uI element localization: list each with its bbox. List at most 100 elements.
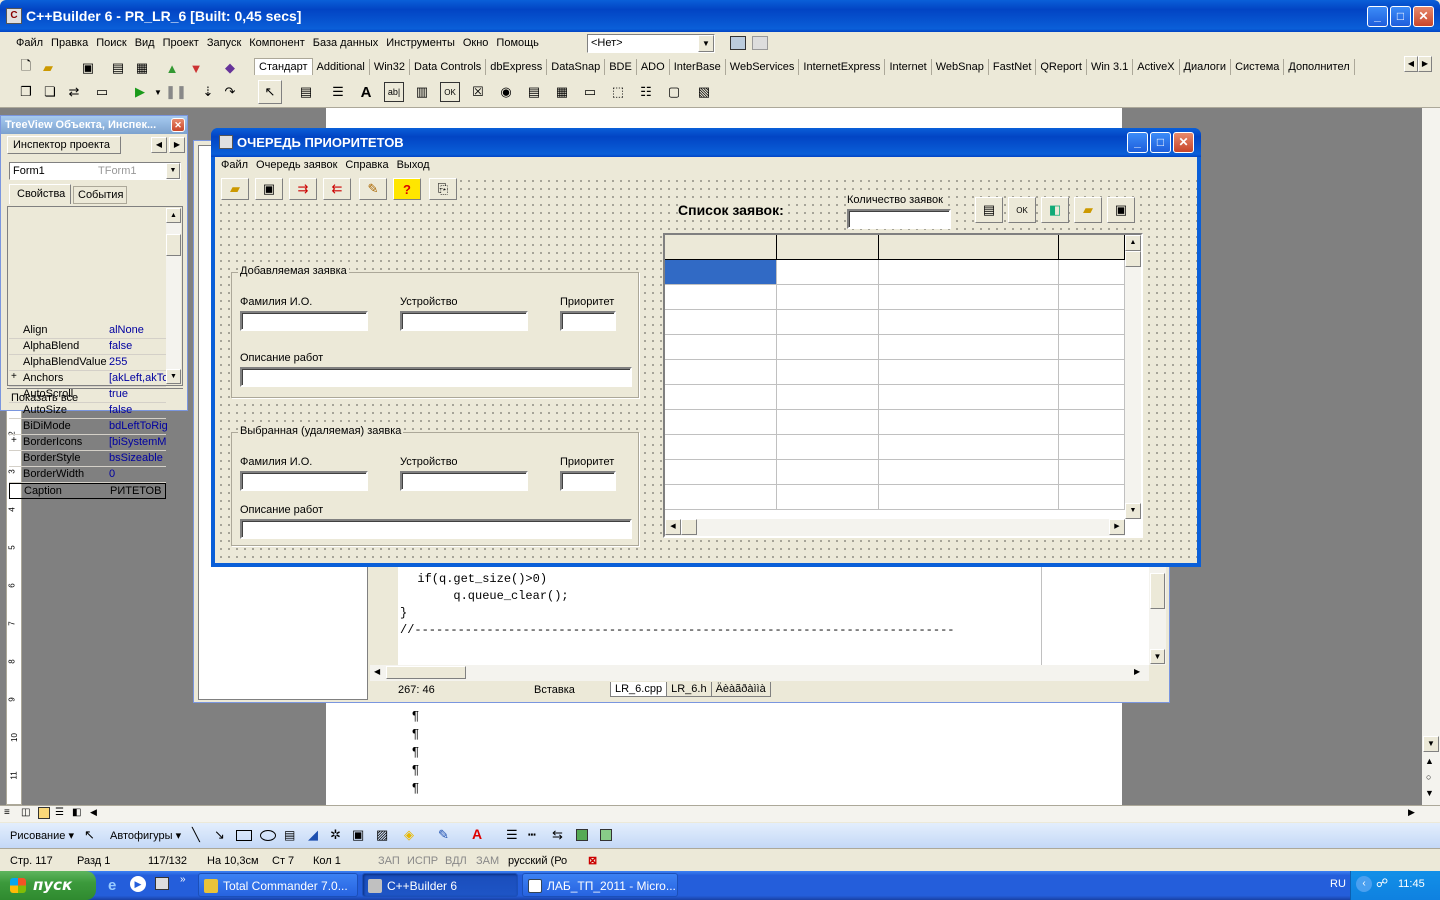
- grid-header-cell[interactable]: [777, 235, 879, 260]
- view-unit-icon[interactable]: ❐: [16, 82, 36, 102]
- window-list-icon[interactable]: [730, 36, 746, 50]
- palette-tab[interactable]: ActiveX: [1133, 59, 1180, 75]
- grid-header-cell[interactable]: [879, 235, 1059, 260]
- grid-cell[interactable]: [777, 285, 879, 310]
- property-row[interactable]: + BorderIcons [biSystemMe: [9, 435, 167, 451]
- help-icon[interactable]: ?: [393, 178, 421, 200]
- grid-vertical-scrollbar[interactable]: ▲ ▼: [1125, 235, 1141, 519]
- form-menu-item[interactable]: Файл: [217, 155, 252, 175]
- ide-menu-item[interactable]: База данных: [309, 33, 383, 53]
- palette-tab[interactable]: Internet: [885, 59, 932, 75]
- code-scroll-thumb[interactable]: [1150, 573, 1165, 609]
- editor-file-tab[interactable]: LR_6.cpp: [610, 682, 668, 697]
- groupbox-icon[interactable]: ⬚: [608, 82, 628, 102]
- grid-cell[interactable]: [665, 285, 777, 310]
- remove-request-icon[interactable]: ⇇: [323, 178, 351, 200]
- grid-cell[interactable]: [879, 285, 1059, 310]
- prop-scroll-thumb[interactable]: [166, 234, 181, 256]
- prop-scroll-up-icon[interactable]: ▲: [166, 208, 181, 223]
- taskbar-word[interactable]: ЛАБ_ТП_2011 - Micro...: [522, 873, 678, 897]
- expand-icon[interactable]: +: [11, 435, 17, 446]
- property-value[interactable]: РИТЕТОВ: [110, 485, 168, 497]
- taskbar-cbuilder[interactable]: C++Builder 6: [362, 873, 518, 897]
- grid-scroll-right-icon[interactable]: ▶: [1109, 519, 1125, 535]
- form-close-button[interactable]: ✕: [1173, 132, 1194, 153]
- grid-cell[interactable]: [665, 335, 777, 360]
- clear-queue-icon[interactable]: ✎: [359, 178, 387, 200]
- grid-hscroll-thumb[interactable]: [681, 519, 697, 535]
- fill-color-icon[interactable]: ◈: [404, 827, 414, 843]
- open-file-icon[interactable]: ▰: [221, 178, 249, 200]
- 3d-icon[interactable]: [600, 829, 612, 841]
- save-icon[interactable]: ▣: [78, 58, 98, 78]
- add-desc-field[interactable]: [240, 367, 632, 387]
- next-page-icon[interactable]: ▼: [1425, 788, 1434, 798]
- sel-priority-field[interactable]: [560, 471, 616, 491]
- panel-icon[interactable]: ▢: [664, 82, 684, 102]
- grid-cell[interactable]: [1059, 335, 1125, 360]
- palette-tab[interactable]: Диалоги: [1180, 59, 1232, 75]
- editor-file-tab[interactable]: Äèàãðàììà: [710, 682, 771, 697]
- object-selector-combo[interactable]: Form1 TForm1 ▼: [9, 162, 181, 180]
- line-icon[interactable]: ╲: [192, 827, 200, 843]
- line-style-icon[interactable]: ☰: [506, 827, 518, 843]
- checkbox-icon[interactable]: ☒: [468, 82, 488, 102]
- code-hscroll-right-icon[interactable]: ▶: [1134, 667, 1140, 676]
- listbox-icon[interactable]: ▤: [524, 82, 544, 102]
- grid-cell[interactable]: [1059, 410, 1125, 435]
- grid-cell[interactable]: [777, 460, 879, 485]
- request-grid[interactable]: ▲ ▼ ◀ ▶: [663, 233, 1143, 538]
- savedialog-component-icon[interactable]: ▣: [1107, 197, 1135, 223]
- property-row[interactable]: BiDiMode bdLeftToRig: [9, 419, 167, 435]
- grid-cell[interactable]: [879, 310, 1059, 335]
- reading-view-icon[interactable]: ◧: [72, 807, 81, 818]
- grid-cell[interactable]: [1059, 435, 1125, 460]
- trace-into-icon[interactable]: ⇣: [198, 82, 218, 102]
- property-grid-scrollbar[interactable]: ▲ ▼: [166, 208, 181, 384]
- save-all-icon[interactable]: ▤: [108, 58, 128, 78]
- pause-icon[interactable]: ❚❚: [165, 82, 187, 102]
- grid-cell[interactable]: [1059, 285, 1125, 310]
- editor-file-tab[interactable]: LR_6.h: [666, 682, 712, 697]
- grid-cell[interactable]: [777, 260, 879, 285]
- grid-cell[interactable]: [777, 335, 879, 360]
- grid-cell[interactable]: [777, 410, 879, 435]
- new-file-icon[interactable]: 🗋: [16, 58, 36, 78]
- property-value[interactable]: 0: [109, 468, 167, 480]
- grid-cell[interactable]: [879, 260, 1059, 285]
- opendialog-component-icon[interactable]: ▰: [1074, 197, 1102, 223]
- draw-menu-button[interactable]: Рисование ▾: [10, 829, 74, 842]
- show-desktop-quicklaunch-icon[interactable]: [155, 877, 169, 890]
- add-device-field[interactable]: [400, 311, 528, 331]
- add-priority-field[interactable]: [560, 311, 616, 331]
- ide-menu-item[interactable]: Запуск: [203, 33, 245, 53]
- code-scroll-down-icon[interactable]: ▼: [1150, 649, 1165, 664]
- ide-minimize-button[interactable]: _: [1367, 6, 1388, 27]
- palette-tab[interactable]: DataSnap: [547, 59, 606, 75]
- radiogroup-icon[interactable]: ☷: [636, 82, 656, 102]
- ide-menu-item[interactable]: Окно: [459, 33, 493, 53]
- palette-tab[interactable]: Стандарт: [254, 58, 313, 75]
- inspector-close-button[interactable]: ✕: [171, 118, 185, 132]
- print-view-icon[interactable]: [38, 807, 50, 819]
- grid-cell[interactable]: [1059, 360, 1125, 385]
- form-menu-item[interactable]: Справка: [341, 155, 392, 175]
- desktop-icon[interactable]: [752, 36, 768, 50]
- sel-fio-field[interactable]: [240, 471, 368, 491]
- main-menu-component-icon[interactable]: ▤: [975, 197, 1003, 223]
- textbox-icon[interactable]: ▤: [284, 828, 295, 842]
- status-trk[interactable]: ИСПР: [407, 852, 438, 870]
- property-row[interactable]: BorderStyle bsSizeable: [9, 451, 166, 467]
- property-value[interactable]: false: [109, 340, 167, 352]
- grid-header-cell[interactable]: [1059, 235, 1125, 260]
- clipart-icon[interactable]: ▣: [352, 827, 364, 843]
- font-color-icon[interactable]: A: [472, 826, 482, 842]
- open-folder-icon[interactable]: ▰: [38, 58, 58, 78]
- palette-tab[interactable]: FastNet: [989, 59, 1037, 75]
- ide-menu-item[interactable]: Компонент: [245, 33, 308, 53]
- sel-device-field[interactable]: [400, 471, 528, 491]
- property-row[interactable]: AlphaBlendValue 255: [9, 355, 166, 371]
- grid-cell[interactable]: [665, 410, 777, 435]
- property-row[interactable]: AlphaBlend false: [9, 339, 166, 355]
- run-icon[interactable]: ▶: [130, 82, 150, 102]
